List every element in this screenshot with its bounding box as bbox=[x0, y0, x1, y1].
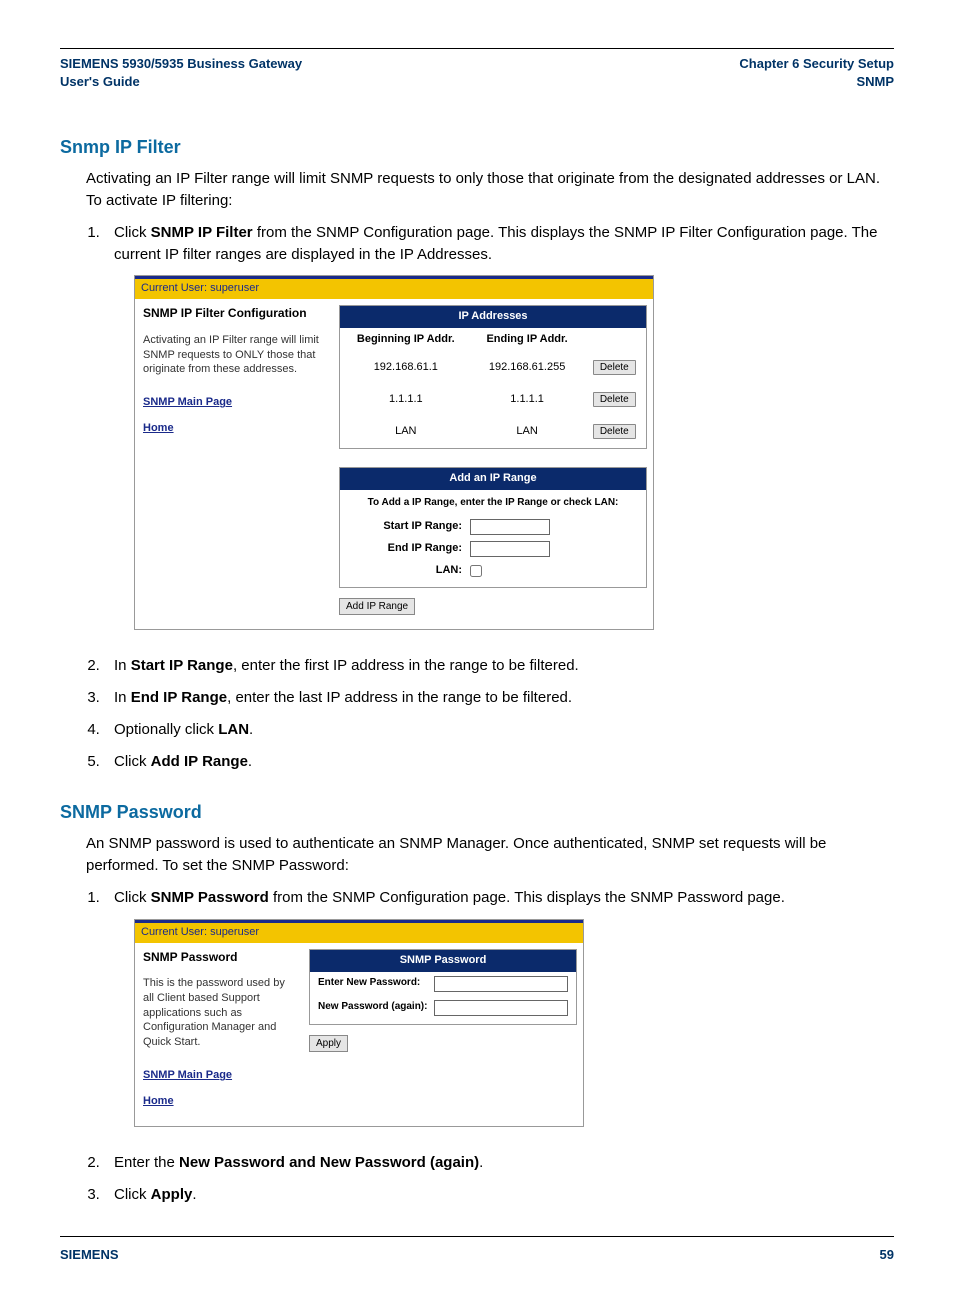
header-product: SIEMENS 5930/5935 Business Gateway bbox=[60, 55, 302, 73]
step-3-bold: End IP Range bbox=[131, 689, 227, 706]
ss2-userbar: Current User: superuser bbox=[135, 923, 583, 943]
label-start-ip: Start IP Range: bbox=[350, 519, 470, 535]
step-pw-1-bold: SNMP Password bbox=[151, 889, 269, 906]
header-chapter: Chapter 6 Security Setup bbox=[739, 55, 894, 73]
table-cell: 1.1.1.1 bbox=[472, 384, 583, 416]
step-5-pre: Click bbox=[114, 753, 151, 770]
start-ip-input[interactable] bbox=[470, 519, 550, 535]
ss1-col-begin: Beginning IP Addr. bbox=[340, 328, 472, 352]
table-cell: 192.168.61.1 bbox=[340, 352, 472, 384]
delete-button[interactable]: Delete bbox=[593, 424, 636, 439]
footer-page-number: 59 bbox=[880, 1247, 894, 1262]
ss2-desc: This is the password used by all Client … bbox=[143, 976, 295, 1050]
ss1-table-header: IP Addresses bbox=[340, 306, 646, 328]
password-again-input[interactable] bbox=[434, 1000, 568, 1016]
screenshot-ipfilter: Current User: superuser SNMP IP Filter C… bbox=[134, 275, 654, 630]
ss1-link-main[interactable]: SNMP Main Page bbox=[143, 395, 325, 411]
step-4: Optionally click LAN. bbox=[104, 719, 894, 741]
screenshot-password: Current User: superuser SNMP Password Th… bbox=[134, 919, 584, 1127]
section-title-password: SNMP Password bbox=[60, 802, 894, 823]
ss1-add-header: Add an IP Range bbox=[340, 468, 646, 490]
step-pw-1: Click SNMP Password from the SNMP Config… bbox=[104, 887, 894, 1142]
label-end-ip: End IP Range: bbox=[350, 541, 470, 557]
step-3: In End IP Range, enter the last IP addre… bbox=[104, 687, 894, 709]
step-1-pre: Click bbox=[114, 224, 151, 241]
apply-button[interactable]: Apply bbox=[309, 1035, 348, 1052]
step-2-post: , enter the first IP address in the rang… bbox=[233, 657, 579, 674]
step-pw-1-post: from the SNMP Configuration page. This d… bbox=[269, 889, 785, 906]
step-3-pre: In bbox=[114, 689, 131, 706]
step-3-post: , enter the last IP address in the range… bbox=[227, 689, 572, 706]
ss2-box-header: SNMP Password bbox=[310, 950, 576, 972]
step-5-bold: Add IP Range bbox=[151, 753, 248, 770]
step-2: In Start IP Range, enter the first IP ad… bbox=[104, 655, 894, 677]
step-pw-2-pre: Enter the bbox=[114, 1154, 179, 1171]
step-pw-2: Enter the New Password and New Password … bbox=[104, 1152, 894, 1174]
step-1-bold: SNMP IP Filter bbox=[151, 224, 253, 241]
step-pw-2-post: . bbox=[479, 1154, 483, 1171]
step-1: Click SNMP IP Filter from the SNMP Confi… bbox=[104, 222, 894, 646]
ss1-userbar: Current User: superuser bbox=[135, 279, 653, 299]
step-pw-3-pre: Click bbox=[114, 1186, 151, 1203]
table-cell: 1.1.1.1 bbox=[340, 384, 472, 416]
ss1-link-home[interactable]: Home bbox=[143, 421, 325, 437]
step-4-pre: Optionally click bbox=[114, 721, 218, 738]
step-pw-3-bold: Apply bbox=[151, 1186, 193, 1203]
end-ip-input[interactable] bbox=[470, 541, 550, 557]
table-cell: LAN bbox=[340, 416, 472, 448]
section-intro-password: An SNMP password is used to authenticate… bbox=[60, 833, 894, 877]
section-title-ipfilter: Snmp IP Filter bbox=[60, 137, 894, 158]
ss1-col-end: Ending IP Addr. bbox=[472, 328, 583, 352]
ss1-desc: Activating an IP Filter range will limit… bbox=[143, 333, 325, 378]
footer-brand: SIEMENS bbox=[60, 1247, 119, 1262]
step-pw-3: Click Apply. bbox=[104, 1184, 894, 1206]
section-intro-ipfilter: Activating an IP Filter range will limit… bbox=[60, 168, 894, 212]
label-new-password: Enter New Password: bbox=[318, 976, 434, 991]
ss1-add-note: To Add a IP Range, enter the IP Range or… bbox=[340, 490, 646, 517]
add-ip-range-button[interactable]: Add IP Range bbox=[339, 598, 415, 615]
label-lan: LAN: bbox=[350, 563, 470, 579]
step-4-bold: LAN bbox=[218, 721, 249, 738]
new-password-input[interactable] bbox=[434, 976, 568, 992]
label-password-again: New Password (again): bbox=[318, 1000, 434, 1015]
step-2-pre: In bbox=[114, 657, 131, 674]
step-pw-3-post: . bbox=[192, 1186, 196, 1203]
step-2-bold: Start IP Range bbox=[131, 657, 233, 674]
delete-button[interactable]: Delete bbox=[593, 392, 636, 407]
table-cell: LAN bbox=[472, 416, 583, 448]
ss2-link-home[interactable]: Home bbox=[143, 1094, 295, 1110]
table-cell: 192.168.61.255 bbox=[472, 352, 583, 384]
page-header: SIEMENS 5930/5935 Business Gateway User'… bbox=[60, 49, 894, 107]
step-5: Click Add IP Range. bbox=[104, 751, 894, 773]
step-5-post: . bbox=[248, 753, 252, 770]
page-footer: SIEMENS 59 bbox=[60, 1237, 894, 1262]
ss2-link-main[interactable]: SNMP Main Page bbox=[143, 1068, 295, 1084]
header-guide: User's Guide bbox=[60, 73, 302, 91]
step-pw-2-bold: New Password and New Password (again) bbox=[179, 1154, 479, 1171]
ss1-title: SNMP IP Filter Configuration bbox=[143, 305, 325, 322]
lan-checkbox[interactable] bbox=[470, 565, 482, 577]
step-4-post: . bbox=[249, 721, 253, 738]
ss2-title: SNMP Password bbox=[143, 949, 295, 966]
step-pw-1-pre: Click bbox=[114, 889, 151, 906]
delete-button[interactable]: Delete bbox=[593, 360, 636, 375]
header-section: SNMP bbox=[739, 73, 894, 91]
